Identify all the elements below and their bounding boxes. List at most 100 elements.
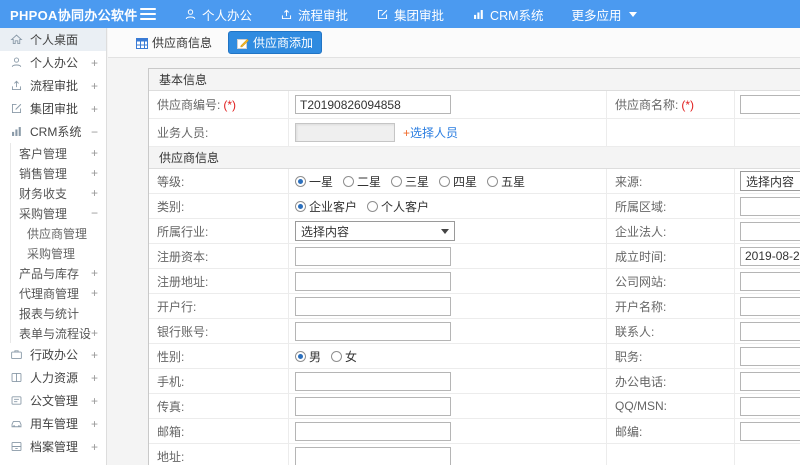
field-label: 所属区域:: [615, 199, 667, 214]
registered-capital-input[interactable]: [295, 246, 451, 266]
form-row-industry: 所属行业: 选择内容 企业法人:: [149, 219, 800, 244]
sidebar-item-group-approval[interactable]: 集团审批 +: [0, 97, 106, 120]
field-label: 银行账号:: [157, 324, 209, 339]
sidebar-item-vehicle-mgmt[interactable]: 用车管理 +: [0, 412, 106, 435]
expand-plus: +: [90, 326, 98, 340]
region-input[interactable]: [740, 196, 800, 216]
sidebar-item-archive-mgmt[interactable]: 档案管理 +: [0, 435, 106, 458]
field-label: QQ/MSN:: [615, 399, 668, 413]
radio-option[interactable]: 四星: [439, 173, 477, 190]
radio-icon: [295, 175, 306, 187]
sidebar-item-agent-mgmt[interactable]: 代理商管理 +: [11, 283, 106, 303]
sidebar-item-hr[interactable]: 人力资源 +: [0, 366, 106, 389]
bank-input[interactable]: [295, 296, 451, 316]
field-label: 来源:: [615, 174, 643, 189]
crm-submenu: 客户管理 + 销售管理 + 财务收支 + 采购管理 − 供应商管理 采购管理 产…: [10, 143, 106, 343]
establish-date-input[interactable]: [740, 246, 800, 266]
sidebar-item-form-flow-settings[interactable]: 表单与流程设置 +: [11, 323, 106, 343]
field-label: 成立时间:: [615, 249, 667, 264]
expand-plus: +: [90, 286, 98, 300]
sidebar-item-sales-mgmt[interactable]: 销售管理 +: [11, 163, 106, 183]
source-select[interactable]: 选择内容: [740, 171, 800, 191]
radio-option[interactable]: 三星: [391, 173, 429, 190]
field-label: 公司网站:: [615, 274, 667, 289]
bank-account-input[interactable]: [295, 321, 451, 341]
tab-supplier-add[interactable]: 供应商添加: [228, 31, 323, 54]
nav-group-approval[interactable]: 集团审批: [376, 5, 444, 24]
sidebar-item-product-inventory[interactable]: 产品与库存 +: [11, 263, 106, 283]
sidebar-item-customer-mgmt[interactable]: 客户管理 +: [11, 143, 106, 163]
form-row-mobile: 手机: 办公电话:: [149, 369, 800, 394]
top-nav: 个人办公 流程审批 集团审批 CRM系统 更多应用: [184, 5, 637, 24]
sidebar-item-partial[interactable]: [0, 458, 106, 465]
radio-option[interactable]: 女: [331, 348, 357, 365]
select-person-link[interactable]: +选择人员: [403, 124, 458, 141]
form-row-category: 类别: 企业客户 个人客户 所属区域:: [149, 194, 800, 219]
business-person-input[interactable]: [295, 123, 395, 142]
field-label: 类别:: [157, 199, 185, 214]
nav-crm-system[interactable]: CRM系统: [472, 5, 544, 24]
sidebar-item-crm-system[interactable]: CRM系统 −: [0, 120, 106, 143]
select-caret-icon: [441, 228, 449, 234]
radio-icon: [331, 350, 343, 362]
sidebar-item-supplier-mgmt[interactable]: 供应商管理: [11, 223, 106, 243]
radio-option[interactable]: 男: [295, 348, 321, 365]
sidebar-item-admin-office[interactable]: 行政办公 +: [0, 343, 106, 366]
fax-input[interactable]: [295, 396, 451, 416]
radio-option[interactable]: 一星: [295, 173, 333, 190]
radio-option[interactable]: 企业客户: [295, 198, 357, 215]
registered-address-input[interactable]: [295, 271, 451, 291]
radio-icon: [343, 175, 355, 187]
nav-personal-office[interactable]: 个人办公: [184, 5, 252, 24]
sidebar-item-personal-office[interactable]: 个人办公 +: [0, 51, 106, 74]
account-name-input[interactable]: [740, 296, 800, 316]
form-row-gender: 性别: 男 女 职务:: [149, 344, 800, 369]
supplier-name-input[interactable]: [740, 95, 800, 114]
radio-option[interactable]: 二星: [343, 173, 381, 190]
job-title-input[interactable]: [740, 346, 800, 366]
company-website-input[interactable]: [740, 271, 800, 291]
sidebar-item-purchasing[interactable]: 采购管理: [11, 243, 106, 263]
nav-more-apps[interactable]: 更多应用: [572, 5, 637, 24]
menu-icon[interactable]: [140, 8, 156, 20]
required-mark: (*): [681, 97, 695, 112]
field-label: 邮编:: [615, 424, 643, 439]
tab-supplier-info[interactable]: 供应商信息: [130, 31, 218, 54]
archive-icon: [10, 440, 24, 454]
edit-icon: [10, 102, 24, 116]
field-label: 注册地址:: [157, 274, 209, 289]
contact-person-input[interactable]: [740, 321, 800, 341]
supplier-code-input[interactable]: [295, 95, 451, 114]
radio-option[interactable]: 个人客户: [367, 198, 429, 215]
qq-msn-input[interactable]: [740, 396, 800, 416]
address-input[interactable]: [295, 446, 451, 465]
field-label: 地址:: [157, 449, 185, 464]
mobile-input[interactable]: [295, 371, 451, 391]
doc-icon: [10, 394, 24, 408]
sidebar-item-flow-approval[interactable]: 流程审批 +: [0, 74, 106, 97]
postcode-input[interactable]: [740, 421, 800, 441]
sidebar-item-personal-desktop[interactable]: 个人桌面: [0, 28, 106, 51]
form-row-address: 地址:: [149, 444, 800, 465]
field-label: 办公电话:: [615, 374, 667, 389]
form-row-email: 邮箱: 邮编:: [149, 419, 800, 444]
nav-flow-approval[interactable]: 流程审批: [280, 5, 348, 24]
sidebar-item-document-mgmt[interactable]: 公文管理 +: [0, 389, 106, 412]
radio-option[interactable]: 五星: [487, 173, 525, 190]
industry-select[interactable]: 选择内容: [295, 221, 455, 241]
legal-person-input[interactable]: [740, 221, 800, 241]
sidebar-item-finance[interactable]: 财务收支 +: [11, 183, 106, 203]
category-radio-group: 企业客户 个人客户: [295, 198, 429, 215]
form-row-level: 等级: 一星 二星 三星 四星 五星 来源: 选择内容: [149, 169, 800, 194]
collapse-minus: −: [90, 124, 98, 139]
sidebar-item-purchase-mgmt[interactable]: 采购管理 −: [11, 203, 106, 223]
office-phone-input[interactable]: [740, 371, 800, 391]
form-row-bank-account: 银行账号: 联系人:: [149, 319, 800, 344]
required-mark: (*): [223, 97, 237, 112]
field-label: 联系人:: [615, 324, 655, 339]
expand-plus: +: [90, 347, 98, 362]
email-input[interactable]: [295, 421, 451, 441]
field-label: 开户名称:: [615, 299, 667, 314]
expand-plus: +: [90, 416, 98, 431]
sidebar-item-reports[interactable]: 报表与统计: [11, 303, 106, 323]
